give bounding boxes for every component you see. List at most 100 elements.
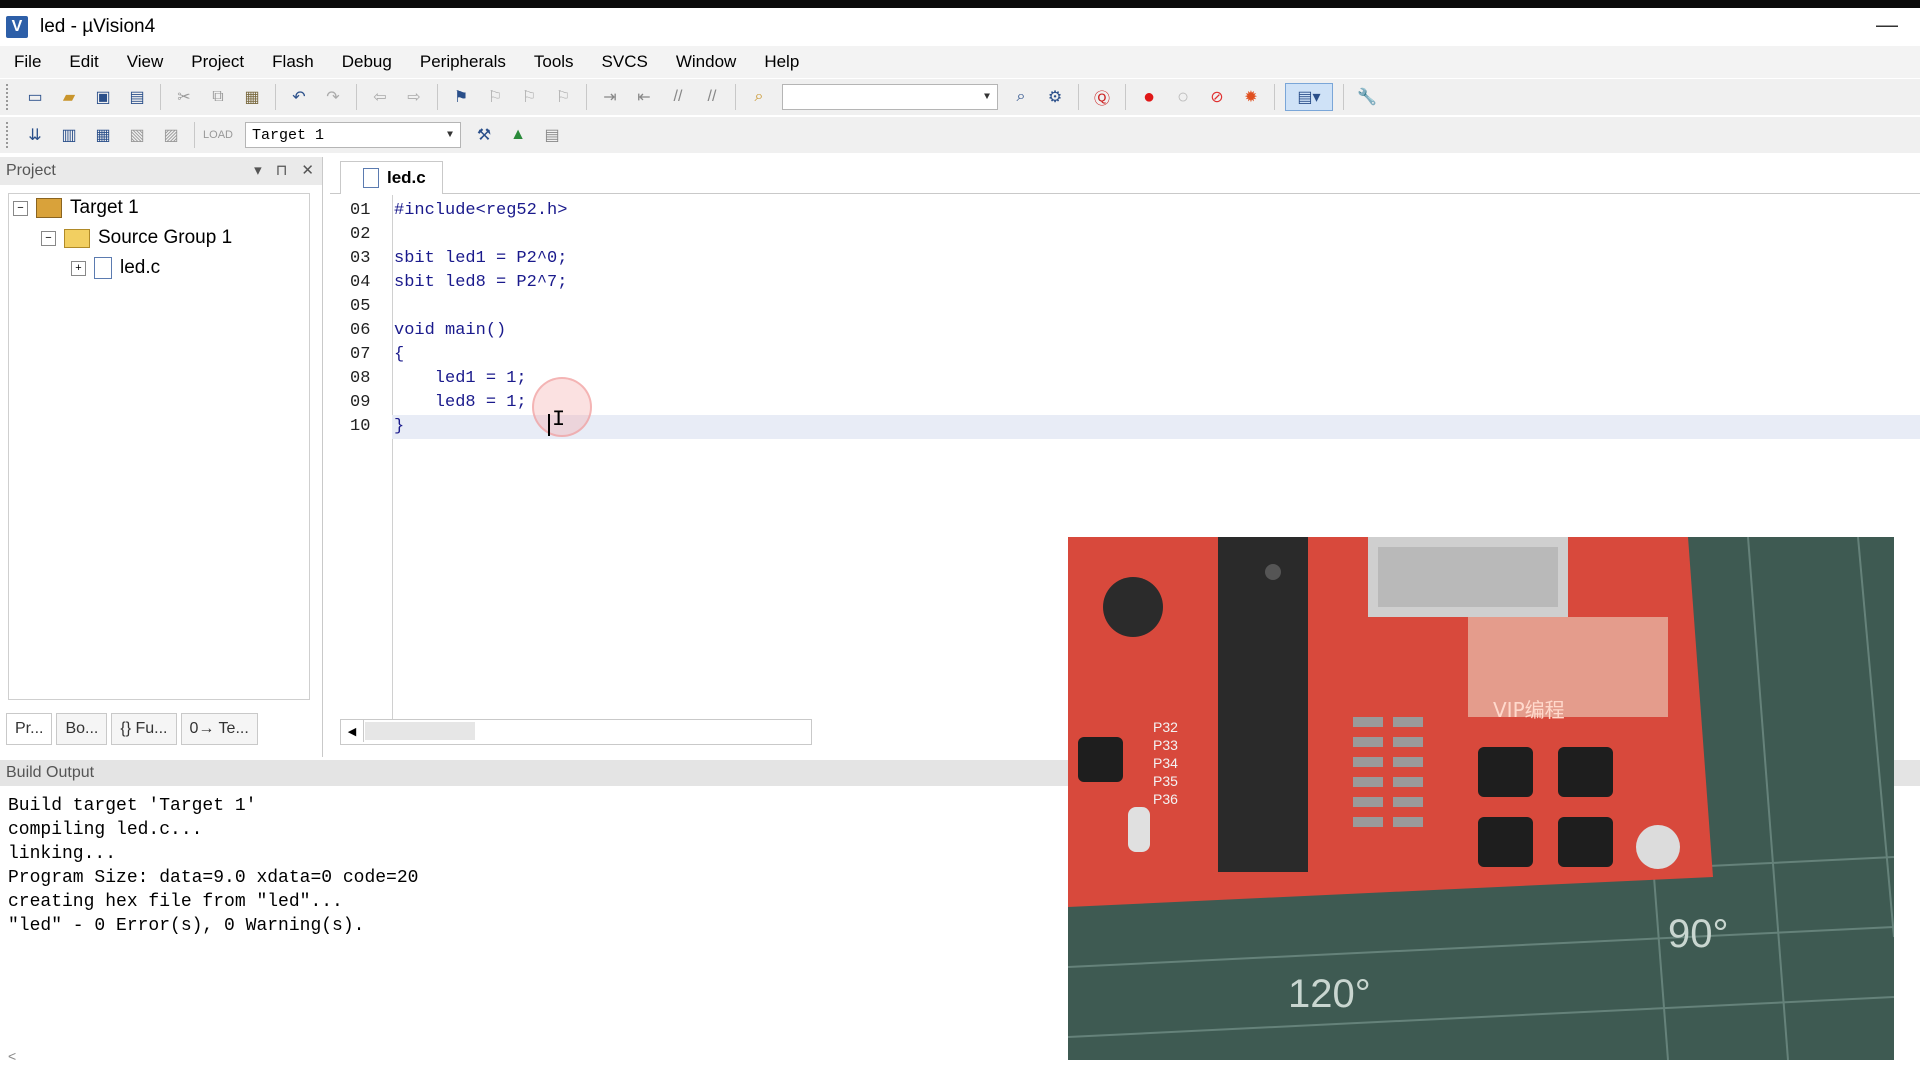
configure-wrench-icon[interactable]: 🔧 (1354, 84, 1380, 110)
translate-icon[interactable]: ⇊ (22, 122, 48, 148)
manage-components-icon[interactable]: ▤ (539, 122, 565, 148)
batch-build-icon[interactable]: ▧ (124, 122, 150, 148)
indent-icon[interactable]: ⇥ (597, 84, 623, 110)
menu-tools[interactable]: Tools (520, 52, 588, 72)
menu-window[interactable]: Window (662, 52, 750, 72)
tab-led-c[interactable]: led.c (340, 161, 443, 194)
stop-build-icon[interactable]: ▨ (158, 122, 184, 148)
undo-icon[interactable]: ↶ (286, 84, 312, 110)
c-file-icon (94, 257, 112, 279)
enable-breakpoint-icon[interactable]: ○ (1170, 84, 1196, 110)
file-toolbar: ▭ ▰ ▣ ▤ ✂ ⧉ ▦ ↶ ↷ ⇦ ⇨ ⚑ ⚐ ⚐ ⚐ ⇥ ⇤ // // … (0, 79, 1920, 115)
bookmark-icon[interactable]: ⚑ (448, 84, 474, 110)
tree-source-group[interactable]: − Source Group 1 (41, 227, 232, 249)
toolbar-grip[interactable] (6, 122, 12, 148)
window-layout-icon[interactable]: ▤▾ (1285, 83, 1333, 111)
project-tree: − Target 1 − Source Group 1 + led.c (8, 193, 310, 700)
close-icon[interactable]: ✕ (301, 161, 314, 179)
menu-project[interactable]: Project (177, 52, 258, 72)
tab-project[interactable]: Pr... (6, 713, 53, 745)
unindent-icon[interactable]: ⇤ (631, 84, 657, 110)
tree-file-led[interactable]: + led.c (71, 257, 160, 279)
current-line-highlight (392, 415, 1920, 439)
tab-templates[interactable]: 0→ Te... (180, 713, 258, 745)
tree-target[interactable]: − Target 1 (13, 197, 139, 219)
find-combo[interactable]: ▼ (782, 84, 998, 110)
menu-edit[interactable]: Edit (55, 52, 112, 72)
line-number: 08 (350, 369, 371, 388)
target-options-icon[interactable]: ⚒ (471, 122, 497, 148)
file-extensions-icon[interactable]: ▲ (505, 122, 531, 148)
clear-bookmarks-icon[interactable]: ⚐ (550, 84, 576, 110)
buzzer (1103, 577, 1163, 637)
separator (356, 84, 357, 110)
c-file-icon (363, 168, 379, 188)
pin-label: P32 (1153, 719, 1178, 735)
menu-debug[interactable]: Debug (328, 52, 406, 72)
menu-peripherals[interactable]: Peripherals (406, 52, 520, 72)
next-bookmark-icon[interactable]: ⚐ (516, 84, 542, 110)
scroll-left-icon[interactable]: ◀ (341, 720, 364, 742)
menu-flash[interactable]: Flash (258, 52, 328, 72)
panel-menu-chevron-icon[interactable]: ▾ (254, 161, 262, 179)
menu-file[interactable]: File (0, 52, 55, 72)
menu-help[interactable]: Help (750, 52, 813, 72)
separator (1125, 84, 1126, 110)
menu-bar: File Edit View Project Flash Debug Perip… (0, 46, 1920, 78)
menu-svcs[interactable]: SVCS (588, 52, 662, 72)
chevron-down-icon[interactable]: ▼ (979, 88, 995, 106)
tree-group-label: Source Group 1 (98, 227, 233, 248)
cut-icon[interactable]: ✂ (171, 84, 197, 110)
build-toolbar: ⇊ ▥ ▦ ▧ ▨ LOAD Target 1 ▼ ⚒ ▲ ▤ (0, 117, 1920, 153)
tab-functions[interactable]: {} Fu... (111, 713, 177, 745)
expand-icon[interactable]: + (71, 260, 86, 276)
code-line: #include<reg52.h> (394, 201, 568, 220)
download-load-icon[interactable]: LOAD (203, 122, 233, 148)
scroll-left-icon[interactable]: < (8, 1048, 16, 1064)
separator (1274, 84, 1275, 110)
find-icon[interactable]: ⌕ (1008, 84, 1034, 110)
tree-file-label: led.c (120, 257, 161, 278)
menu-view[interactable]: View (113, 52, 178, 72)
code-line: { (394, 345, 405, 364)
build-icon[interactable]: ▥ (56, 122, 82, 148)
find-in-files-icon[interactable]: ⌕ (746, 84, 772, 110)
pin-icon[interactable]: ⊓ (276, 161, 288, 179)
line-number: 04 (350, 273, 371, 292)
rebuild-icon[interactable]: ▦ (90, 122, 116, 148)
save-all-icon[interactable]: ▤ (124, 84, 150, 110)
code-line: led8 = 1; (394, 393, 527, 412)
disable-all-breakpoints-icon[interactable]: ⊘ (1204, 84, 1230, 110)
minimize-button[interactable]: — (1876, 12, 1898, 38)
mat-angle-label: 90° (1668, 912, 1729, 956)
kill-all-breakpoints-icon[interactable]: ✹ (1238, 84, 1264, 110)
prev-bookmark-icon[interactable]: ⚐ (482, 84, 508, 110)
line-number: 02 (350, 225, 371, 244)
target-select[interactable]: Target 1 ▼ (245, 122, 461, 148)
open-folder-icon[interactable]: ▰ (56, 84, 82, 110)
incremental-find-icon[interactable]: ⚙ (1042, 84, 1068, 110)
comment-icon[interactable]: // (665, 84, 691, 110)
chevron-down-icon[interactable]: ▼ (442, 126, 458, 144)
tab-books[interactable]: Bo... (56, 713, 108, 745)
save-icon[interactable]: ▣ (90, 84, 116, 110)
window-title: led - µVision4 (40, 16, 156, 37)
scrollbar-thumb[interactable] (365, 722, 475, 740)
new-file-icon[interactable]: ▭ (22, 84, 48, 110)
nav-back-icon[interactable]: ⇦ (367, 84, 393, 110)
editor-horizontal-scrollbar[interactable]: ◀ (340, 719, 812, 745)
build-output-title: Build Output (6, 764, 95, 781)
start-debug-icon[interactable]: Ⓠ (1089, 84, 1115, 110)
copy-icon[interactable]: ⧉ (205, 84, 231, 110)
collapse-icon[interactable]: − (13, 200, 28, 216)
uncomment-icon[interactable]: // (699, 84, 725, 110)
collapse-icon[interactable]: − (41, 230, 56, 246)
paste-icon[interactable]: ▦ (239, 84, 265, 110)
toolbar-grip[interactable] (6, 84, 12, 110)
dev-board-photo: P32 P33 P34 P35 P36 VIP编程 90° 120° (1068, 537, 1894, 1060)
insert-breakpoint-icon[interactable]: ● (1136, 84, 1162, 110)
board-brand: VIP编程 (1493, 698, 1565, 722)
redo-icon[interactable]: ↷ (320, 84, 346, 110)
crystal (1128, 807, 1150, 852)
nav-forward-icon[interactable]: ⇨ (401, 84, 427, 110)
